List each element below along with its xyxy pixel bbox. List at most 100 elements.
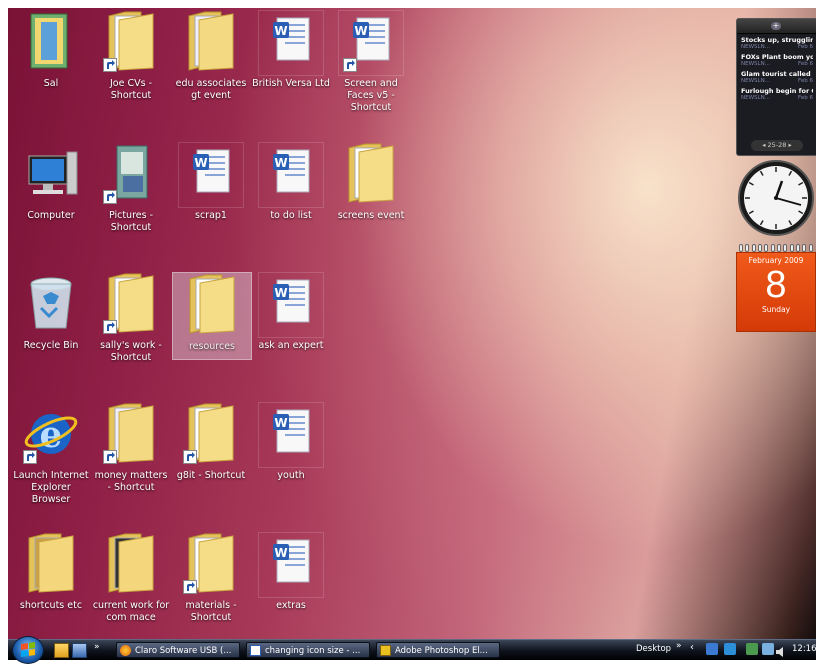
start-button[interactable] (12, 636, 44, 664)
calendar-ring (739, 244, 744, 252)
feed-nav-label: 25-28 (767, 141, 787, 149)
folder-img-image (21, 532, 81, 594)
tray-clock[interactable]: 12:16 (792, 644, 816, 654)
task-adobe-photoshop[interactable]: Adobe Photoshop El... (376, 642, 500, 658)
connection-icon[interactable] (762, 643, 774, 655)
icon-label: Launch Internet Explorer Browser (13, 470, 89, 505)
feed-time: Feb 6 (798, 95, 813, 101)
feed-item[interactable]: FOXs Plant boom you... NEWSLN... Feb 6 (737, 51, 816, 68)
youth-icon[interactable]: W youth (252, 402, 330, 482)
icon-label: Recycle Bin (23, 340, 79, 351)
task-label: changing icon size - ... (265, 646, 361, 656)
to-do-list-icon[interactable]: W to do list (252, 142, 330, 222)
icon-label: ask an expert (258, 340, 324, 351)
screen-and-faces-shortcut-icon[interactable]: W Screen and Faces v5 - Shortcut (332, 10, 410, 114)
quicklaunch-overflow-icon[interactable]: » (94, 642, 100, 652)
shortcut-arrow-icon (103, 190, 117, 204)
calendar-ring (758, 244, 763, 252)
icon-label: Sal (43, 78, 59, 89)
feed-item[interactable]: Glam tourist called fl... NEWSLN... Feb … (737, 68, 816, 85)
feed-headline: FOXs Plant boom you... (741, 53, 813, 61)
folder-shortcut-image (101, 10, 161, 72)
sallys-work-shortcut-icon[interactable]: sally's work - Shortcut (92, 272, 170, 364)
sal-icon[interactable]: Sal (12, 10, 90, 90)
folder-image (182, 273, 242, 335)
icon-label: materials - Shortcut (185, 600, 237, 623)
calendar-ring (770, 244, 775, 252)
update-icon[interactable] (724, 643, 736, 655)
word-image: W (261, 402, 321, 464)
calendar-ring (783, 244, 788, 252)
extras-icon[interactable]: W extras (252, 532, 330, 612)
computer-icon[interactable]: Computer (12, 142, 90, 222)
icon-label: shortcuts etc (19, 600, 83, 611)
feed-item[interactable]: Stocks up, struggling ... NEWSLN... Feb … (737, 34, 816, 51)
resources-icon[interactable]: resources (172, 272, 252, 360)
show-desktop-icon[interactable] (54, 643, 69, 658)
icon-label: money matters - Shortcut (94, 470, 168, 493)
scrap1-icon[interactable]: W scrap1 (172, 142, 250, 222)
money-matters-shortcut-icon[interactable]: money matters - Shortcut (92, 402, 170, 494)
feed-headline: Furlough begin for C... (741, 87, 813, 95)
folder-image (341, 142, 401, 204)
toolbar-overflow-icon[interactable]: » (676, 641, 682, 651)
ie-image: e (21, 402, 81, 464)
feed-prev-icon[interactable]: ◂ (762, 141, 765, 149)
calendar-ring (745, 244, 750, 252)
calendar-ring (802, 244, 807, 252)
calendar-ring (777, 244, 782, 252)
icon-label: British Versa Ltd (252, 78, 330, 89)
network-icon[interactable] (706, 643, 718, 655)
shortcut-arrow-icon (103, 58, 117, 72)
icon-label: Computer (27, 210, 75, 221)
feed-source: NEWSLN... (741, 61, 770, 67)
calendar-ring (764, 244, 769, 252)
icon-label: Pictures - Shortcut (108, 210, 154, 233)
british-versa-ltd-icon[interactable]: W British Versa Ltd (252, 10, 330, 90)
clock-gadget[interactable] (736, 158, 816, 238)
edu-associates-gt-event-icon[interactable]: edu associates gt event (172, 10, 250, 102)
task-claro-software[interactable]: Claro Software USB (... (116, 642, 240, 658)
tray-expand-icon[interactable]: ‹ (690, 642, 694, 653)
current-work-for-com-mace-icon[interactable]: current work for com mace (92, 532, 170, 624)
svg-text:W: W (274, 546, 287, 560)
feed-headline: Glam tourist called fl... (741, 70, 813, 78)
gadget-add-icon[interactable]: + (771, 22, 781, 30)
svg-text:W: W (274, 24, 287, 38)
folder-doc-shortcut-image (101, 402, 161, 464)
feed-source: NEWSLN... (741, 78, 770, 84)
pictures-shortcut-image (101, 142, 161, 204)
feed-nav[interactable]: ◂ 25-28 ▸ (751, 140, 803, 151)
launch-ie-browser-icon[interactable]: e Launch Internet Explorer Browser (12, 402, 90, 506)
feed-item[interactable]: Furlough begin for C... NEWSLN... Feb 6 (737, 85, 816, 102)
svg-text:W: W (194, 156, 207, 170)
svg-text:W: W (354, 24, 367, 38)
desktop[interactable]: Sal Joe CVs - Shortcut edu associates gt… (8, 8, 816, 639)
desktop-toolbar-label[interactable]: Desktop (636, 644, 671, 654)
pictures-shortcut-icon[interactable]: Pictures - Shortcut (92, 142, 170, 234)
volume-icon[interactable] (776, 643, 784, 657)
shortcuts-etc-icon[interactable]: shortcuts etc (12, 532, 90, 612)
safely-remove-icon[interactable] (746, 643, 758, 655)
calendar-ring (751, 244, 756, 252)
screens-event-icon[interactable]: screens event (332, 142, 410, 222)
claro-app-icon (120, 645, 131, 656)
task-label: Claro Software USB (... (135, 646, 232, 656)
calendar-gadget[interactable]: February 2009 8 Sunday (736, 244, 816, 334)
ask-an-expert-icon[interactable]: W ask an expert (252, 272, 330, 352)
folder-shortcut-image (101, 272, 161, 334)
icon-label: edu associates gt event (175, 78, 247, 101)
switch-windows-icon[interactable] (72, 643, 87, 658)
svg-text:W: W (274, 286, 287, 300)
icon-label: scrap1 (195, 210, 227, 221)
materials-shortcut-icon[interactable]: materials - Shortcut (172, 532, 250, 624)
feed-next-icon[interactable]: ▸ (789, 141, 792, 149)
task-changing-icon-size[interactable]: changing icon size - ... (246, 642, 370, 658)
g8it-shortcut-icon[interactable]: g8it - Shortcut (172, 402, 250, 482)
shortcut-arrow-icon (183, 580, 197, 594)
feed-time: Feb 6 (798, 61, 813, 67)
news-feed-gadget[interactable]: + Stocks up, struggling ... NEWSLN... Fe… (736, 18, 816, 156)
recycle-bin-icon[interactable]: Recycle Bin (12, 272, 90, 352)
joe-cvs-shortcut-icon[interactable]: Joe CVs - Shortcut (92, 10, 170, 102)
word-image: W (261, 10, 321, 72)
